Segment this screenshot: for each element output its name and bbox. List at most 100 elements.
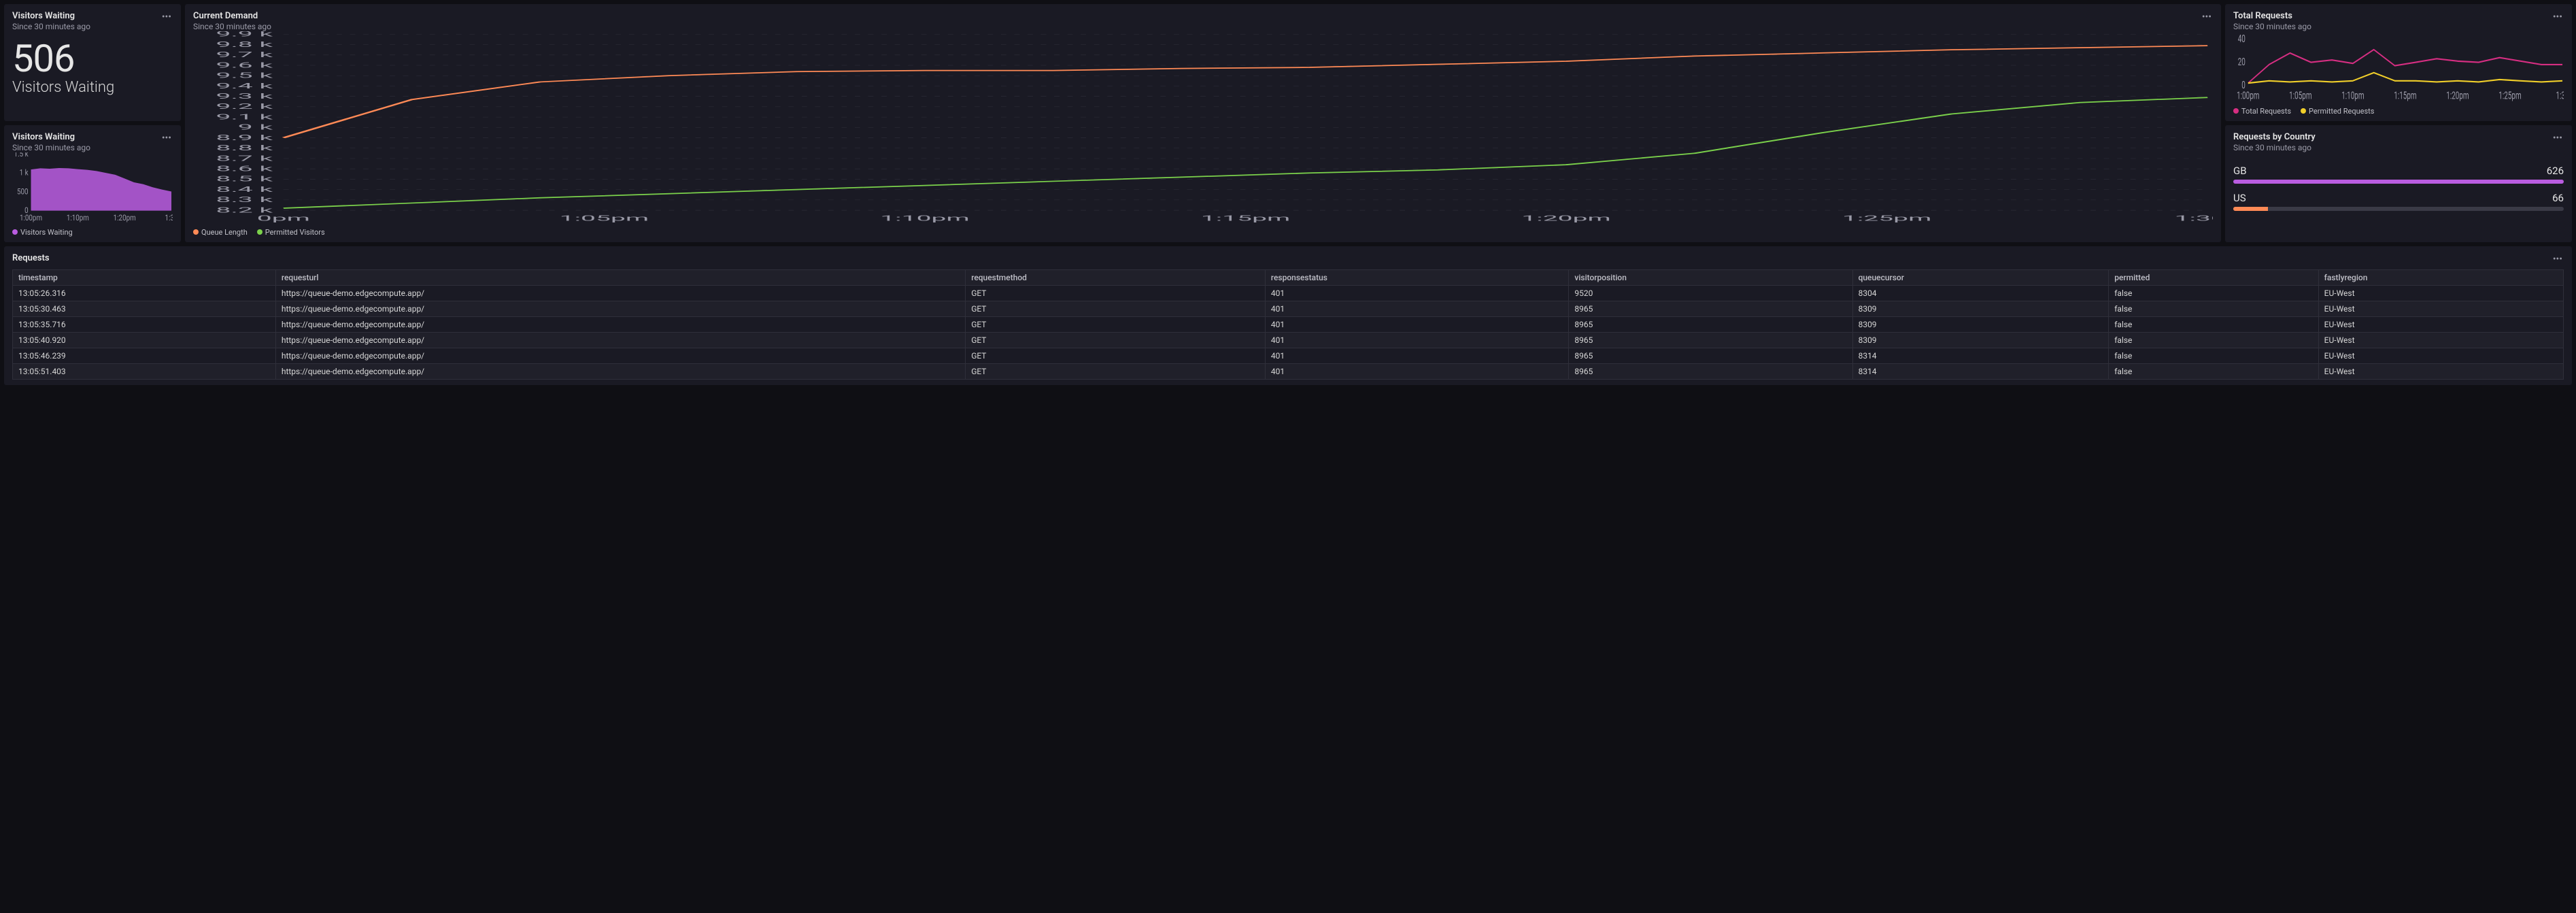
- table-cell: EU-West: [2318, 364, 2563, 380]
- table-cell: 9520: [1569, 286, 1852, 301]
- panel-menu-icon[interactable]: •••: [160, 132, 173, 144]
- panel-subtitle: Since 30 minutes ago: [2233, 22, 2311, 31]
- table-cell: 401: [1265, 364, 1569, 380]
- svg-text:1:10pm: 1:10pm: [2341, 90, 2364, 102]
- svg-text:8.4 k: 8.4 k: [216, 185, 273, 194]
- country-bars: GB 626 US 66: [2233, 152, 2564, 237]
- svg-text:0pm: 0pm: [257, 214, 310, 222]
- svg-text:8.9 k: 8.9 k: [216, 133, 273, 142]
- table-cell: GET: [966, 317, 1266, 333]
- panel-title: Total Requests: [2233, 11, 2311, 21]
- panel-menu-icon[interactable]: •••: [2552, 11, 2564, 23]
- panel-visitors-kpi: Visitors Waiting Since 30 minutes ago ••…: [4, 4, 181, 121]
- chart-legend: Queue Length Permitted Visitors: [193, 228, 2213, 237]
- svg-text:8.7 k: 8.7 k: [216, 154, 273, 163]
- table-cell: 8309: [1852, 333, 2109, 348]
- svg-text:8.6 k: 8.6 k: [216, 165, 273, 173]
- table-cell: false: [2109, 317, 2318, 333]
- column-header[interactable]: queuecursor: [1852, 270, 2109, 286]
- column-header[interactable]: timestamp: [13, 270, 276, 286]
- legend-label: Permitted Requests: [2309, 107, 2374, 116]
- panel-visitors-chart: Visitors Waiting Since 30 minutes ago ••…: [4, 125, 181, 242]
- svg-text:1:15pm: 1:15pm: [1201, 214, 1291, 222]
- table-cell: GET: [966, 348, 1266, 364]
- table-row[interactable]: 13:05:51.403https://queue-demo.edgecompu…: [13, 364, 2564, 380]
- table-cell: EU-West: [2318, 286, 2563, 301]
- table-cell: EU-West: [2318, 348, 2563, 364]
- svg-text:9.5 k: 9.5 k: [216, 71, 273, 80]
- svg-text:1:05pm: 1:05pm: [2289, 90, 2311, 102]
- chart-area[interactable]: 402001:00pm1:05pm1:10pm1:15pm1:20pm1:25p…: [2233, 31, 2564, 104]
- table-cell: false: [2109, 286, 2318, 301]
- panel-title: Visitors Waiting: [12, 132, 90, 142]
- table-row[interactable]: 13:05:35.716https://queue-demo.edgecompu…: [13, 317, 2564, 333]
- table-cell: false: [2109, 348, 2318, 364]
- svg-text:1:10pm: 1:10pm: [880, 214, 970, 222]
- panel-title: Current Demand: [193, 11, 271, 21]
- panel-subtitle: Since 30 minutes ago: [12, 22, 90, 31]
- panel-title: Requests by Country: [2233, 132, 2316, 142]
- panel-subtitle: Since 30 minutes ago: [193, 22, 271, 31]
- panel-menu-icon[interactable]: •••: [160, 11, 173, 23]
- svg-text:1:00pm: 1:00pm: [2237, 90, 2259, 102]
- panel-subtitle: Since 30 minutes ago: [12, 143, 90, 152]
- panel-requests-by-country: Requests by Country Since 30 minutes ago…: [2225, 125, 2572, 242]
- table-cell: EU-West: [2318, 333, 2563, 348]
- svg-text:1:10pm: 1:10pm: [67, 213, 89, 222]
- table-cell: https://queue-demo.edgecompute.app/: [275, 364, 965, 380]
- column-header[interactable]: responsestatus: [1265, 270, 1569, 286]
- svg-text:1:00pm: 1:00pm: [20, 213, 42, 222]
- panel-menu-icon[interactable]: •••: [2552, 253, 2564, 265]
- svg-text:9 k: 9 k: [238, 123, 273, 132]
- panel-menu-icon[interactable]: •••: [2552, 132, 2564, 144]
- column-header[interactable]: requestmethod: [966, 270, 1266, 286]
- country-row: US 66: [2233, 192, 2564, 211]
- kpi-value: 506: [12, 39, 173, 78]
- chart-area[interactable]: 1.5 k1 k50001:00pm1:10pm1:20pm1:30: [12, 152, 173, 225]
- requests-table[interactable]: timestamprequesturlrequestmethodresponse…: [12, 269, 2564, 380]
- table-cell: GET: [966, 333, 1266, 348]
- column-header[interactable]: requesturl: [275, 270, 965, 286]
- svg-text:1:30: 1:30: [2556, 90, 2564, 102]
- table-cell: 8309: [1852, 301, 2109, 317]
- svg-text:1:30p: 1:30p: [2175, 214, 2213, 222]
- column-header[interactable]: visitorposition: [1569, 270, 1852, 286]
- country-value: 626: [2547, 165, 2564, 177]
- column-header[interactable]: fastlyregion: [2318, 270, 2563, 286]
- svg-text:9.9 k: 9.9 k: [216, 31, 273, 39]
- panel-title: Requests: [12, 253, 50, 263]
- table-cell: GET: [966, 301, 1266, 317]
- table-cell: 8965: [1569, 364, 1852, 380]
- country-label: GB: [2233, 165, 2247, 177]
- panel-current-demand: Current Demand Since 30 minutes ago ••• …: [185, 4, 2221, 242]
- table-row[interactable]: 13:05:40.920https://queue-demo.edgecompu…: [13, 333, 2564, 348]
- svg-text:500: 500: [17, 187, 29, 197]
- legend-label: Total Requests: [2241, 107, 2291, 116]
- svg-text:9.2 k: 9.2 k: [216, 102, 273, 111]
- country-label: US: [2233, 192, 2246, 204]
- table-row[interactable]: 13:05:26.316https://queue-demo.edgecompu…: [13, 286, 2564, 301]
- svg-text:9.1 k: 9.1 k: [216, 112, 273, 121]
- table-cell: 13:05:35.716: [13, 317, 276, 333]
- svg-text:1:15pm: 1:15pm: [2394, 90, 2416, 102]
- column-header[interactable]: permitted: [2109, 270, 2318, 286]
- panel-requests-table: Requests ••• timestamprequesturlrequestm…: [4, 246, 2572, 385]
- table-cell: 401: [1265, 317, 1569, 333]
- table-row[interactable]: 13:05:30.463https://queue-demo.edgecompu…: [13, 301, 2564, 317]
- panel-menu-icon[interactable]: •••: [2201, 11, 2213, 23]
- svg-text:9.4 k: 9.4 k: [216, 82, 273, 90]
- table-cell: 13:05:26.316: [13, 286, 276, 301]
- svg-text:1:20pm: 1:20pm: [2446, 90, 2469, 102]
- table-cell: 8309: [1852, 317, 2109, 333]
- country-row: GB 626: [2233, 165, 2564, 184]
- legend-swatch: [2233, 108, 2239, 114]
- table-row[interactable]: 13:05:46.239https://queue-demo.edgecompu…: [13, 348, 2564, 364]
- panel-total-requests: Total Requests Since 30 minutes ago ••• …: [2225, 4, 2572, 121]
- legend-label: Visitors Waiting: [20, 228, 73, 237]
- table-cell: 13:05:51.403: [13, 364, 276, 380]
- table-cell: 8314: [1852, 348, 2109, 364]
- bar-fill: [2233, 207, 2268, 211]
- panel-title: Visitors Waiting: [12, 11, 90, 21]
- chart-area[interactable]: 9.9 k9.8 k9.7 k9.6 k9.5 k9.4 k9.3 k9.2 k…: [193, 31, 2213, 225]
- country-value: 66: [2552, 192, 2564, 204]
